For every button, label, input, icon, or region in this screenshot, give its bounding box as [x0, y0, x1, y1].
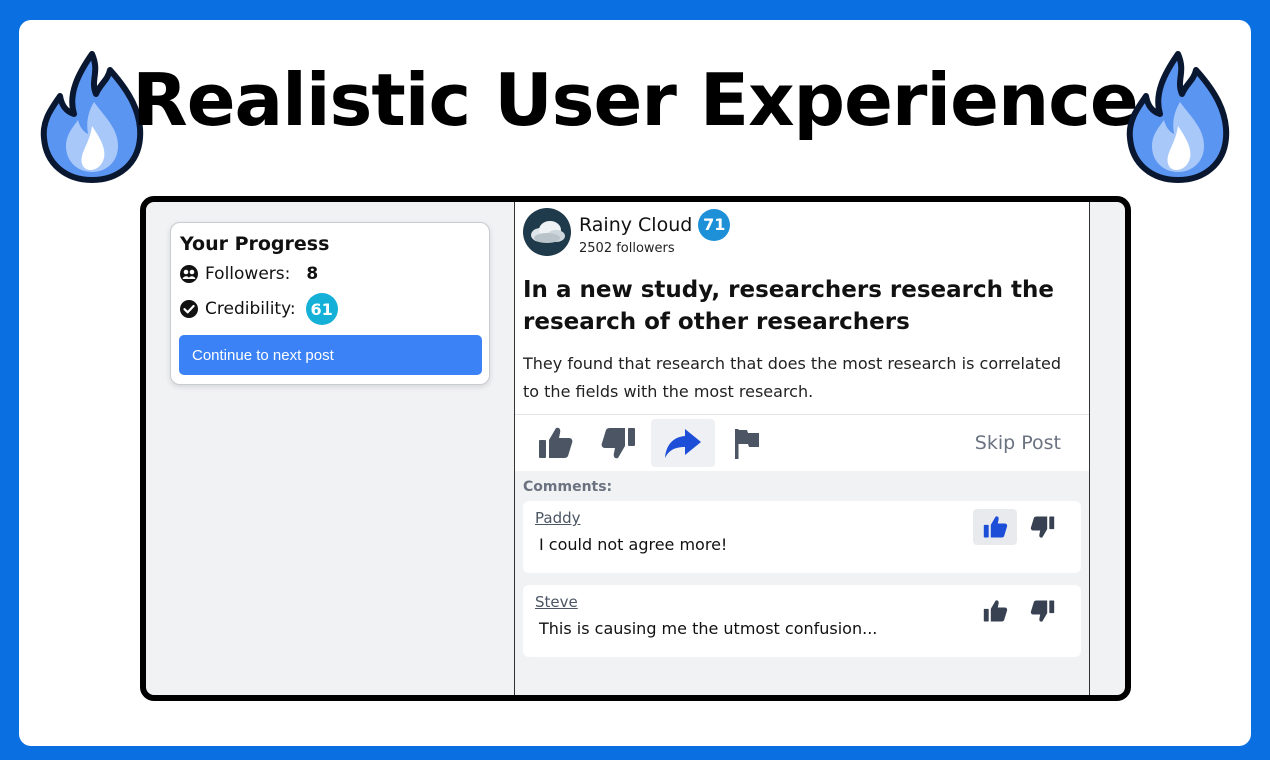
- credibility-label: Credibility:: [205, 299, 296, 319]
- followers-value: 8: [306, 264, 319, 284]
- post-card: Rainy Cloud 71 2502 followers In a new s…: [515, 202, 1089, 471]
- post-body: They found that research that does the m…: [523, 354, 1061, 401]
- share-icon: [665, 429, 701, 458]
- flag-icon: [735, 429, 759, 459]
- thumbs-up-icon: [983, 600, 1008, 622]
- app-screenshot-frame: Your Progress Followers: 8 Credibility: …: [140, 196, 1131, 701]
- cloud-icon: [531, 221, 565, 243]
- post-actions: Skip Post: [515, 414, 1089, 471]
- avatar[interactable]: [523, 208, 571, 256]
- credibility-badge: 61: [305, 293, 338, 325]
- thumbs-down-icon: [601, 428, 635, 459]
- comment-dislike-button[interactable]: [1021, 509, 1065, 545]
- author-followers: 2502 followers: [579, 240, 675, 256]
- dislike-button[interactable]: [587, 419, 651, 467]
- thumbs-down-icon: [1030, 516, 1055, 538]
- comments-label: Comments:: [523, 479, 613, 495]
- post-header: Rainy Cloud 71 2502 followers: [515, 202, 1089, 256]
- like-button[interactable]: [523, 419, 587, 467]
- followers-row: Followers: 8: [179, 264, 481, 284]
- author-credibility-badge: 71: [698, 208, 731, 241]
- progress-card: Your Progress Followers: 8 Credibility: …: [170, 222, 490, 385]
- skip-post-button[interactable]: Skip Post: [975, 432, 1061, 454]
- post-title: In a new study, researchers research the…: [523, 277, 1054, 335]
- banner-title: Realistic User Experience: [132, 58, 1138, 142]
- thumbs-up-icon: [539, 427, 573, 458]
- feed-column: Rainy Cloud 71 2502 followers In a new s…: [514, 202, 1090, 695]
- comment-votes: [973, 593, 1065, 629]
- thumbs-down-icon: [1030, 600, 1055, 622]
- author-block: Rainy Cloud 71 2502 followers: [579, 208, 731, 256]
- comment-item: Paddy I could not agree more!: [523, 501, 1081, 573]
- comments-section: Comments: Paddy I could not agree more!: [515, 471, 1089, 657]
- fire-icon: [1126, 51, 1230, 183]
- comment-item: Steve This is causing me the utmost conf…: [523, 585, 1081, 657]
- progress-title: Your Progress: [180, 233, 330, 255]
- comment-like-button[interactable]: [973, 593, 1017, 629]
- thumbs-up-icon: [983, 516, 1008, 538]
- comment-votes: [973, 509, 1065, 545]
- author-line: Rainy Cloud 71: [579, 208, 731, 241]
- comment-like-button[interactable]: [973, 509, 1017, 545]
- credibility-row: Credibility: 61: [179, 293, 481, 325]
- comment-dislike-button[interactable]: [1021, 593, 1065, 629]
- share-button[interactable]: [651, 419, 715, 467]
- flag-button[interactable]: [715, 419, 779, 467]
- followers-label: Followers:: [205, 264, 291, 284]
- check-circle-icon: [180, 300, 198, 318]
- continue-next-post-button[interactable]: Continue to next post: [179, 335, 482, 375]
- followers-icon: [180, 265, 198, 283]
- author-name[interactable]: Rainy Cloud: [579, 214, 692, 236]
